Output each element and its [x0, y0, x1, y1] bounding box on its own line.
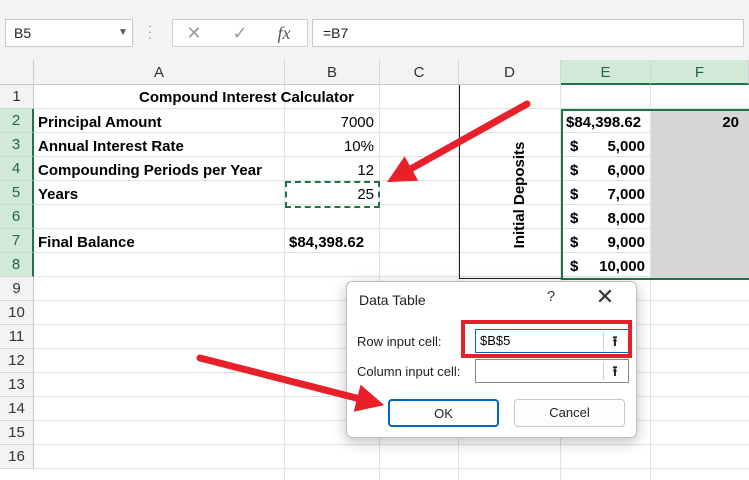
annotation-arrows: [196, 100, 531, 412]
arrow-to-b5: [386, 100, 531, 183]
arrow-to-ok: [196, 354, 385, 412]
